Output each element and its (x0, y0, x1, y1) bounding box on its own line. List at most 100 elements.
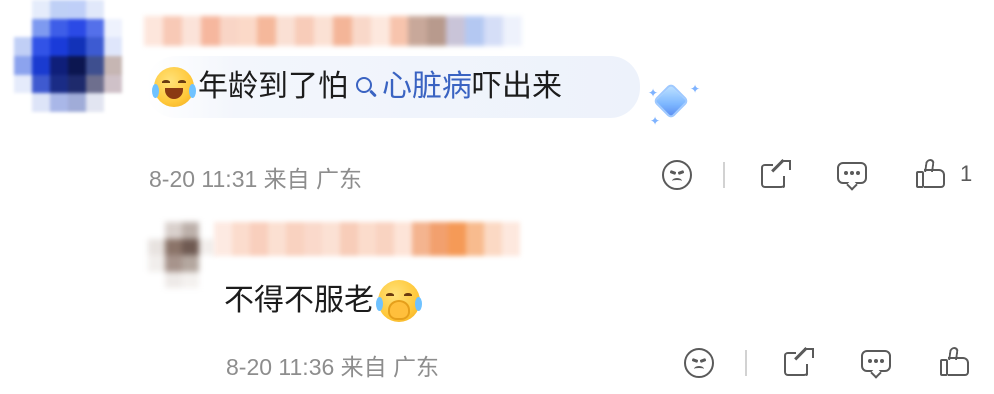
mosaic-cell (502, 16, 522, 46)
username-redacted[interactable] (144, 16, 522, 46)
reply-dislike-button[interactable] (682, 346, 716, 380)
mosaic-cell (14, 55, 32, 75)
dislike-button[interactable] (660, 158, 694, 192)
mosaic-cell (304, 222, 322, 256)
mosaic-cell (430, 222, 448, 256)
comment-text-part: 吓出来 (472, 69, 562, 104)
mosaic-cell (68, 55, 86, 75)
mosaic-cell (104, 18, 122, 38)
search-link[interactable]: 心脏病 (348, 72, 472, 102)
mosaic-cell (50, 93, 68, 112)
mosaic-cell (86, 0, 104, 19)
mosaic-cell (144, 16, 163, 46)
mosaic-cell (68, 93, 86, 112)
mosaic-cell (68, 0, 86, 19)
diamond-icon: ✦ ✦ ✦ (648, 82, 701, 128)
mosaic-cell (148, 255, 165, 272)
mosaic-cell (50, 55, 68, 75)
mosaic-cell (182, 222, 199, 239)
mosaic-cell (257, 16, 277, 46)
mosaic-cell (340, 222, 358, 256)
comment-text: 年龄到了怕 心脏病 吓出来 (146, 56, 640, 118)
mosaic-cell (50, 37, 68, 56)
mosaic-cell (50, 74, 68, 94)
mosaic-cell (286, 222, 304, 256)
mosaic-cell (104, 55, 122, 75)
mosaic-cell (448, 222, 466, 256)
thumbs-up-icon (916, 159, 946, 189)
mosaic-cell (148, 271, 165, 288)
comment-button[interactable] (835, 158, 869, 192)
reply-username-redacted[interactable] (214, 222, 520, 256)
thumbs-up-icon (940, 347, 970, 377)
share-icon (761, 159, 791, 188)
mosaic-cell (276, 16, 296, 46)
mosaic-cell (466, 222, 484, 256)
mosaic-cell (14, 74, 32, 94)
mosaic-cell (332, 16, 352, 46)
mosaic-cell (322, 222, 340, 256)
mosaic-cell (104, 74, 122, 94)
mosaic-cell (250, 222, 268, 256)
comment-icon (861, 348, 891, 379)
mosaic-cell (14, 37, 32, 56)
reply-location: 来自 广东 (340, 354, 440, 380)
reply-text-part: 不得不服老 (224, 283, 374, 318)
mosaic-cell (104, 37, 122, 56)
mosaic-cell (32, 74, 50, 94)
reply-comment-button[interactable] (859, 346, 893, 380)
mosaic-cell (199, 255, 216, 272)
mosaic-cell (86, 93, 104, 112)
comment-time: 8-20 11:31 (149, 166, 258, 192)
mosaic-cell (148, 238, 165, 255)
reply-time: 8-20 11:36 (226, 354, 335, 380)
like-button[interactable] (914, 157, 948, 191)
mosaic-cell (104, 93, 122, 112)
mosaic-cell (376, 222, 394, 256)
reply-share-button[interactable] (781, 345, 815, 379)
reply-avatar[interactable] (148, 222, 216, 288)
mosaic-cell (50, 0, 68, 19)
mosaic-cell (86, 37, 104, 56)
mosaic-cell (148, 222, 165, 239)
mosaic-cell (389, 16, 409, 46)
mosaic-cell (68, 74, 86, 94)
reply-like-button[interactable] (938, 345, 972, 379)
mosaic-cell (32, 37, 50, 56)
mosaic-cell (484, 16, 503, 46)
avatar[interactable] (14, 0, 122, 112)
mosaic-cell (295, 16, 315, 46)
comment-icon (837, 160, 867, 191)
reply-meta: 8-20 11:36 来自 广东 (226, 348, 439, 382)
mosaic-cell (68, 18, 86, 38)
mosaic-cell (200, 16, 220, 46)
mosaic-cell (32, 0, 50, 19)
mosaic-cell (104, 0, 122, 19)
share-button[interactable] (758, 157, 792, 191)
mosaic-cell (412, 222, 430, 256)
mosaic-cell (370, 16, 390, 46)
mosaic-cell (14, 93, 32, 112)
mosaic-cell (427, 16, 447, 46)
mosaic-cell (32, 55, 50, 75)
mosaic-cell (165, 238, 182, 255)
mosaic-cell (14, 0, 32, 19)
mosaic-cell (199, 271, 216, 288)
pleading-cover-mouth-emoji (376, 280, 422, 322)
mosaic-cell (182, 271, 199, 288)
search-link-label: 心脏病 (382, 69, 472, 104)
mosaic-cell (232, 222, 250, 256)
mosaic-cell (165, 271, 182, 288)
mosaic-cell (162, 16, 182, 46)
mosaic-cell (50, 18, 68, 38)
mosaic-cell (314, 16, 333, 46)
mosaic-cell (182, 255, 199, 272)
mosaic-cell (268, 222, 286, 256)
mosaic-cell (182, 238, 199, 255)
divider (723, 162, 725, 188)
mosaic-cell (86, 55, 104, 75)
mosaic-cell (32, 18, 50, 38)
mosaic-cell (465, 16, 485, 46)
mosaic-cell (238, 16, 258, 46)
comment-meta: 8-20 11:31 来自 广东 (149, 160, 362, 194)
